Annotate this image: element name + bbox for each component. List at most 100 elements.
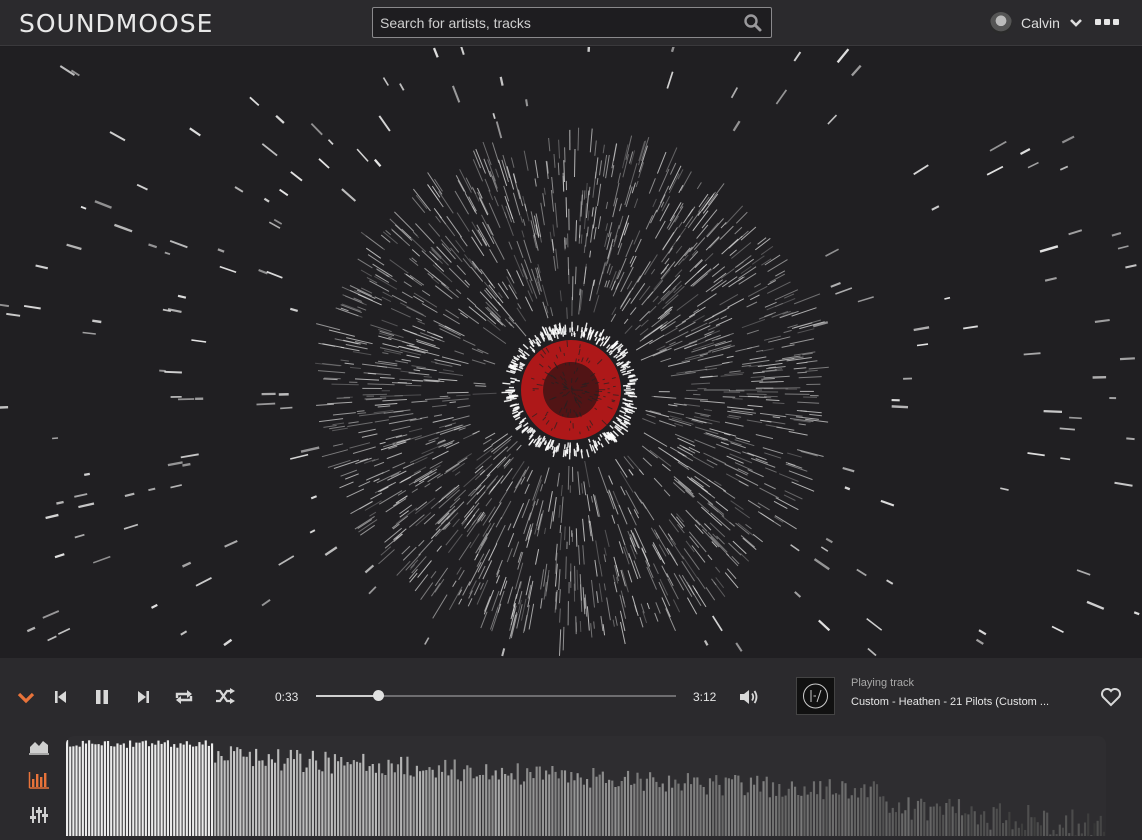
seek-bar[interactable] (316, 690, 676, 701)
album-cover[interactable] (796, 677, 835, 715)
burst-ray (758, 313, 773, 320)
burst-ray (693, 416, 721, 423)
burst-ray (630, 544, 637, 560)
burst-ray (427, 172, 443, 195)
burst-ray (590, 224, 594, 243)
burst-ray (523, 239, 532, 264)
spectrum-bar (797, 795, 800, 836)
star-streak (290, 171, 303, 182)
star-streak (278, 555, 295, 566)
burst-ray (747, 404, 763, 408)
spectrum-bar (255, 748, 258, 836)
burst-ray (484, 596, 491, 612)
burst-ray (332, 422, 345, 426)
burst-ray (624, 325, 633, 334)
burst-ray (344, 362, 354, 365)
area-chart-icon[interactable] (28, 736, 50, 756)
spectrum-bar (261, 760, 264, 836)
heart-icon[interactable] (1100, 687, 1122, 707)
spectrum-bar (318, 769, 321, 836)
burst-ray (402, 546, 417, 561)
spectrum-bar (620, 781, 623, 836)
shuffle-button[interactable] (213, 684, 237, 708)
bar-chart-icon[interactable] (28, 770, 50, 790)
spectrum-bar (857, 797, 860, 836)
burst-ray (639, 617, 644, 628)
burst-ray (705, 222, 719, 237)
collapse-player-button[interactable] (14, 685, 38, 709)
burst-ray (606, 597, 611, 621)
burst-ray (692, 315, 705, 323)
core-ring-ray (597, 436, 601, 442)
burst-ray (755, 434, 774, 440)
burst-ray (675, 320, 687, 328)
burst-ray (550, 307, 554, 317)
search-input[interactable] (373, 8, 733, 37)
pause-button[interactable] (90, 685, 114, 709)
burst-ray (395, 507, 418, 525)
burst-ray (670, 513, 684, 529)
next-button[interactable] (131, 685, 155, 709)
burst-ray (415, 512, 432, 527)
burst-ray (365, 472, 384, 481)
star-streak (310, 122, 323, 136)
core-ring-ray (622, 371, 632, 376)
core-ring-ray (528, 438, 535, 446)
burst-ray (592, 171, 597, 198)
burst-ray (659, 340, 683, 352)
spectrum-bar (516, 763, 519, 836)
burst-ray (665, 608, 676, 632)
search-icon[interactable] (743, 13, 763, 33)
burst-ray (650, 268, 656, 275)
burst-ray (520, 598, 527, 621)
burst-ray (566, 307, 568, 319)
spectrum-bar (239, 749, 242, 836)
spectrum-bar (787, 788, 790, 836)
burst-ray (672, 599, 681, 613)
spectrum-bar (387, 759, 390, 836)
burst-ray (418, 539, 434, 556)
burst-ray (506, 441, 518, 452)
star-streak (944, 296, 951, 300)
burst-ray (411, 197, 426, 214)
equalizer-icon[interactable] (28, 805, 50, 825)
burst-ray (374, 403, 398, 406)
previous-button[interactable] (49, 685, 73, 709)
star-streak (1069, 416, 1082, 420)
burst-ray (727, 410, 753, 416)
spectrum-bar (526, 768, 529, 836)
burst-ray (626, 280, 633, 290)
spectrum-bar (106, 741, 110, 836)
burst-ray (705, 367, 718, 371)
star-streak (835, 287, 853, 295)
app-logo[interactable]: SOUNDMOOSE (19, 9, 213, 38)
spectrum-bar (718, 784, 721, 836)
track-title[interactable]: Custom - Heathen - 21 Pilots (Custom ... (851, 696, 1061, 708)
volume-button[interactable] (737, 685, 761, 709)
spectrum-bar (794, 786, 797, 836)
user-menu[interactable]: Calvin (990, 10, 1084, 36)
burst-ray (651, 312, 671, 328)
star-streak (963, 325, 978, 330)
burst-ray (715, 566, 721, 573)
burst-ray (673, 476, 692, 492)
spectrum-bar (1036, 822, 1039, 836)
burst-ray (535, 498, 539, 506)
burst-ray (457, 453, 472, 464)
repeat-button[interactable] (172, 685, 196, 709)
burst-ray (652, 347, 672, 357)
burst-ray (455, 289, 462, 295)
seek-handle[interactable] (372, 690, 384, 701)
burst-ray (797, 371, 807, 374)
more-menu-icon[interactable] (1095, 19, 1119, 25)
burst-ray (425, 440, 436, 445)
burst-ray (654, 612, 659, 622)
core-ring-ray (562, 326, 566, 335)
burst-ray (358, 480, 371, 488)
burst-ray (730, 500, 744, 511)
burst-ray (430, 571, 437, 579)
burst-ray (699, 375, 713, 378)
burst-ray (583, 481, 587, 496)
spectrum-bar (333, 754, 337, 836)
burst-ray (497, 283, 510, 299)
